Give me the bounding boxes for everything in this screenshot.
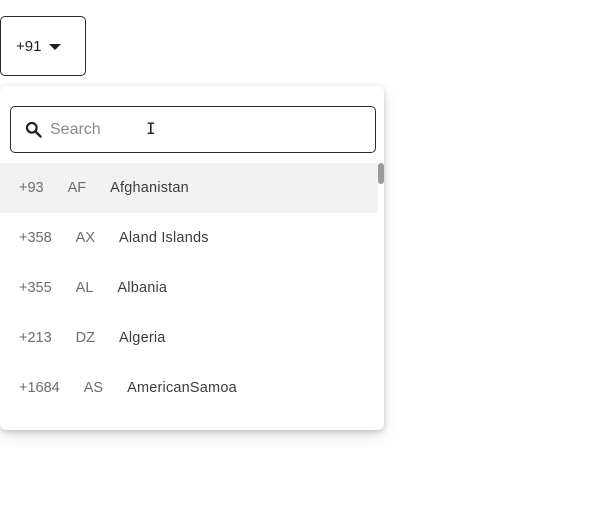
iso-code: AS — [83, 380, 104, 396]
dial-code: +213 — [19, 330, 52, 346]
country-name: Albania — [117, 280, 168, 296]
dial-code: +1684 — [19, 380, 60, 396]
country-option-albania[interactable]: +355 AL Albania — [0, 263, 378, 313]
country-name: AmericanSamoa — [127, 380, 237, 396]
iso-code: AF — [67, 180, 87, 196]
selected-dial-code: +91 — [16, 37, 42, 55]
caret-down-icon — [49, 43, 62, 50]
country-name: Algeria — [119, 330, 166, 346]
search-input[interactable] — [50, 120, 330, 139]
country-name: Aland Islands — [119, 230, 209, 246]
country-name: Afghanistan — [110, 180, 189, 196]
country-code-select[interactable]: +91 — [0, 16, 86, 76]
search-icon — [25, 121, 42, 138]
country-option-afghanistan[interactable]: +93 AF Afghanistan — [0, 163, 378, 213]
country-dropdown-panel: I +93 AF Afghanistan +358 AX Aland Islan… — [0, 86, 384, 430]
iso-code: AX — [75, 230, 96, 246]
scrollbar-thumb[interactable] — [378, 163, 384, 184]
dial-code: +355 — [19, 280, 52, 296]
dial-code: +358 — [19, 230, 52, 246]
country-option-aland-islands[interactable]: +358 AX Aland Islands — [0, 213, 378, 263]
iso-code: DZ — [75, 330, 96, 346]
country-option-american-samoa[interactable]: +1684 AS AmericanSamoa — [0, 363, 378, 413]
search-field[interactable]: I — [10, 106, 376, 153]
country-code-picker: +91 I +93 AF Afghanistan +358 AX Al — [0, 0, 600, 506]
iso-code: AL — [75, 280, 94, 296]
country-list[interactable]: +93 AF Afghanistan +358 AX Aland Islands… — [0, 163, 378, 430]
dial-code: +93 — [19, 180, 44, 196]
text-cursor-icon: I — [146, 119, 156, 138]
list-scrollbar[interactable] — [378, 163, 384, 430]
country-option-algeria[interactable]: +213 DZ Algeria — [0, 313, 378, 363]
